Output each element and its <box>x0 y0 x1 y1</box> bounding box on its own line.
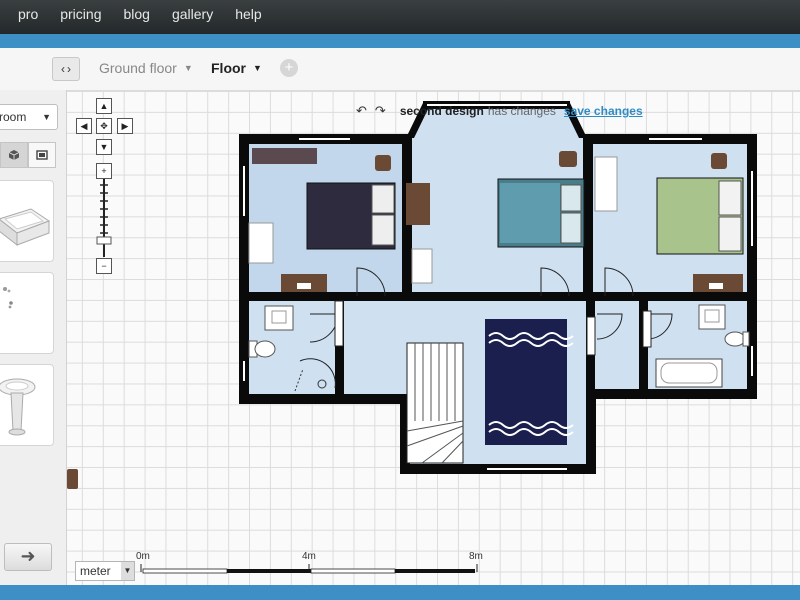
caret-down-icon[interactable]: ▼ <box>184 63 193 73</box>
shower-fittings-icon <box>3 287 13 309</box>
undo-icon[interactable]: ↶ <box>356 103 367 118</box>
pan-right-icon[interactable]: ▶ <box>117 118 133 134</box>
scale-label-4: 4m <box>302 551 316 562</box>
arrow-right-icon[interactable]: ➜ <box>4 543 52 571</box>
accent-bar <box>0 34 800 48</box>
nav-help[interactable]: help <box>235 6 261 22</box>
unit-value: meter <box>80 564 111 578</box>
zoom-in-icon[interactable]: + <box>96 163 112 179</box>
scale-label-8: 8m <box>469 551 483 562</box>
pan-left-icon[interactable]: ◀ <box>76 118 92 134</box>
redo-icon[interactable]: ↷ <box>375 103 386 118</box>
3d-cube-icon[interactable] <box>0 142 28 168</box>
view-mode-buttons <box>0 142 56 168</box>
zoom-out-icon[interactable]: − <box>96 258 112 274</box>
hallway-rug <box>485 319 574 445</box>
zoom-handle[interactable] <box>96 236 112 245</box>
bathtub-icon <box>0 208 51 247</box>
tab-ground-floor[interactable]: Ground floor ▼ <box>99 60 193 76</box>
floorplan-canvas[interactable] <box>67 91 800 585</box>
tab-floor[interactable]: Floor ▼ <box>211 60 262 76</box>
pan-up-icon[interactable]: ▲ <box>96 98 112 114</box>
nav-pricing[interactable]: pricing <box>60 6 101 22</box>
main-nav: pro pricing blog gallery help <box>18 6 262 22</box>
nav-gallery[interactable]: gallery <box>172 6 213 22</box>
category-value: room <box>0 110 27 124</box>
nav-pro[interactable]: pro <box>18 6 38 22</box>
item-shower-fittings[interactable] <box>0 272 54 354</box>
scale-ruler <box>140 564 478 574</box>
item-bathtub[interactable] <box>0 180 54 262</box>
stray-chair[interactable] <box>67 469 78 489</box>
zoom-slider[interactable] <box>96 179 112 257</box>
design-name: second design <box>399 104 484 118</box>
chevron-right-icon[interactable]: › <box>67 62 71 76</box>
pedestal-sink-icon <box>0 378 36 436</box>
save-changes-link[interactable]: save changes <box>564 104 643 118</box>
floor-toolbar: ‹ › Ground floor ▼ Floor ▼ + <box>0 48 800 91</box>
chevron-down-icon: ▼ <box>42 112 51 122</box>
pan-down-icon[interactable]: ▼ <box>96 139 112 155</box>
tab-label: Floor <box>211 60 246 76</box>
save-status: ↶ ↷ second design has changes save changes <box>356 103 643 119</box>
2d-plan-icon[interactable] <box>28 142 56 168</box>
top-navigation-bar: pro pricing blog gallery help <box>0 0 800 34</box>
scale-bar: 0m 4m 8m <box>136 551 485 581</box>
chevron-left-icon[interactable]: ‹ <box>61 62 65 76</box>
tab-label: Ground floor <box>99 60 177 76</box>
chevron-down-icon: ▼ <box>121 562 134 580</box>
hall-right[interactable] <box>592 296 642 391</box>
scale-label-0: 0m <box>136 551 150 562</box>
bottom-accent-bar <box>0 585 800 600</box>
staircase <box>406 342 464 464</box>
nav-blog[interactable]: blog <box>123 6 149 22</box>
category-select[interactable]: room ▼ <box>0 104 58 130</box>
item-pedestal-sink[interactable] <box>0 364 54 446</box>
floorplan-drawing[interactable] <box>67 91 800 585</box>
plus-circle-icon[interactable]: + <box>280 59 298 77</box>
pan-center-icon[interactable]: ✥ <box>96 118 112 134</box>
changes-text: has changes <box>487 104 556 118</box>
unit-select[interactable]: meter ▼ <box>75 561 135 581</box>
catalog-sidebar: room ▼ ➜ <box>0 90 67 585</box>
caret-down-icon[interactable]: ▼ <box>253 63 262 73</box>
floor-nav-arrows[interactable]: ‹ › <box>52 57 80 81</box>
